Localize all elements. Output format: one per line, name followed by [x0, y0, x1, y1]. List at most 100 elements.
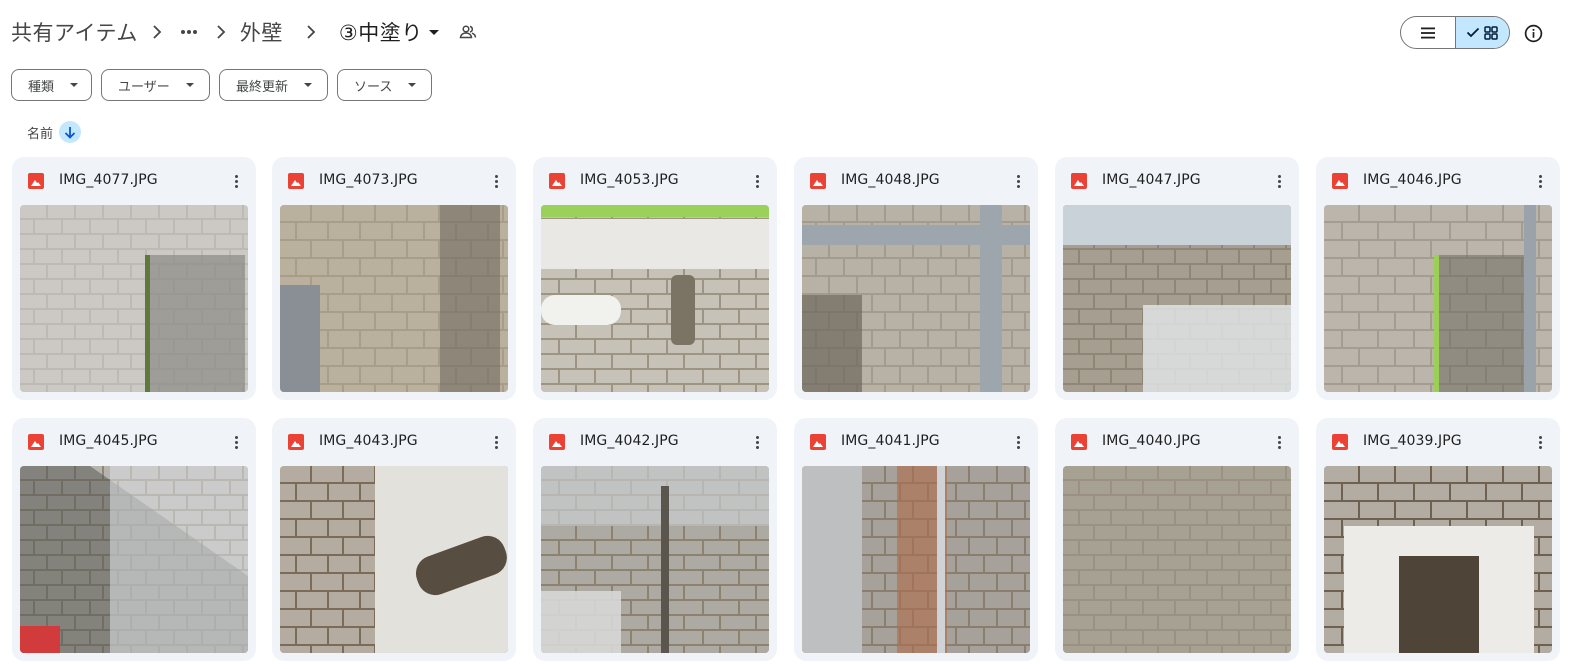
- image-file-icon: [810, 173, 826, 189]
- file-card-header: IMG_4039.JPG: [1316, 418, 1560, 466]
- file-card[interactable]: IMG_4039.JPG: [1316, 418, 1560, 661]
- file-thumbnail[interactable]: [541, 466, 769, 653]
- file-card[interactable]: IMG_4042.JPG: [533, 418, 777, 661]
- breadcrumb: 共有アイテム 外壁 ③中塗り: [11, 14, 477, 50]
- more-actions-button[interactable]: [749, 171, 765, 191]
- file-card[interactable]: IMG_4047.JPG: [1055, 157, 1299, 400]
- caret-down-icon: [70, 83, 79, 87]
- more-actions-button[interactable]: [1532, 171, 1548, 191]
- more-actions-button[interactable]: [1271, 432, 1287, 452]
- arrow-down-icon: [64, 126, 76, 139]
- filter-modified-chip[interactable]: 最終更新: [219, 69, 328, 101]
- image-file-icon: [288, 434, 304, 450]
- more-vert-icon: [1277, 435, 1281, 439]
- file-thumbnail[interactable]: [1063, 466, 1291, 653]
- file-card-header: IMG_4077.JPG: [12, 157, 256, 205]
- photo-thumbnail: [1324, 466, 1552, 653]
- more-vert-icon: [1277, 174, 1281, 178]
- more-vert-icon: [755, 435, 759, 439]
- more-horiz-icon: [180, 30, 197, 34]
- file-name: IMG_4043.JPG: [319, 433, 418, 449]
- file-thumbnail[interactable]: [1063, 205, 1291, 392]
- more-vert-icon: [1016, 435, 1020, 439]
- file-card[interactable]: IMG_4073.JPG: [272, 157, 516, 400]
- breadcrumb-root[interactable]: 共有アイテム: [11, 17, 138, 47]
- file-card-header: IMG_4047.JPG: [1055, 157, 1299, 205]
- filter-type-chip[interactable]: 種類: [11, 69, 92, 101]
- photo-thumbnail: [802, 205, 1030, 392]
- grid-view-button[interactable]: [1454, 17, 1509, 48]
- file-thumbnail[interactable]: [20, 205, 248, 392]
- photo-thumbnail: [541, 466, 769, 653]
- file-thumbnail[interactable]: [802, 466, 1030, 653]
- file-name: IMG_4046.JPG: [1363, 172, 1462, 188]
- breadcrumb-current-folder[interactable]: ③中塗り: [339, 17, 439, 47]
- more-actions-button[interactable]: [228, 171, 244, 191]
- chevron-right-icon: [202, 25, 240, 39]
- caret-down-icon: [185, 83, 194, 87]
- more-actions-button[interactable]: [488, 432, 504, 452]
- file-name: IMG_4039.JPG: [1363, 433, 1462, 449]
- more-vert-icon: [494, 174, 498, 178]
- photo-thumbnail: [802, 466, 1030, 653]
- file-card-header: IMG_4073.JPG: [272, 157, 516, 205]
- file-card[interactable]: IMG_4053.JPG: [533, 157, 777, 400]
- filter-source-chip[interactable]: ソース: [337, 69, 432, 101]
- breadcrumb-folder[interactable]: 外壁: [240, 17, 283, 47]
- file-thumbnail[interactable]: [280, 205, 508, 392]
- caret-down-icon: [428, 29, 439, 35]
- caret-down-icon: [304, 83, 313, 87]
- more-vert-icon: [755, 174, 759, 178]
- image-file-icon: [1071, 434, 1087, 450]
- header: 共有アイテム 外壁 ③中塗り: [0, 0, 1578, 64]
- file-card[interactable]: IMG_4048.JPG: [794, 157, 1038, 400]
- file-card[interactable]: IMG_4041.JPG: [794, 418, 1038, 661]
- file-card[interactable]: IMG_4043.JPG: [272, 418, 516, 661]
- view-toggle: [1400, 16, 1510, 49]
- file-name: IMG_4073.JPG: [319, 172, 418, 188]
- photo-thumbnail: [20, 205, 248, 392]
- more-actions-button[interactable]: [228, 432, 244, 452]
- breadcrumb-more-button[interactable]: [176, 29, 202, 35]
- file-thumbnail[interactable]: [20, 466, 248, 653]
- file-thumbnail[interactable]: [541, 205, 769, 392]
- more-actions-button[interactable]: [1010, 432, 1026, 452]
- people-icon: [459, 25, 477, 39]
- file-card[interactable]: IMG_4045.JPG: [12, 418, 256, 661]
- file-card-header: IMG_4041.JPG: [794, 418, 1038, 466]
- image-file-icon: [549, 173, 565, 189]
- file-thumbnail[interactable]: [280, 466, 508, 653]
- more-actions-button[interactable]: [1532, 432, 1548, 452]
- file-thumbnail[interactable]: [802, 205, 1030, 392]
- chevron-right-icon: [283, 25, 339, 39]
- file-thumbnail[interactable]: [1324, 205, 1552, 392]
- filter-chip-label: 種類: [28, 79, 55, 95]
- photo-thumbnail: [1063, 205, 1291, 392]
- file-card-header: IMG_4053.JPG: [533, 157, 777, 205]
- more-actions-button[interactable]: [749, 432, 765, 452]
- list-view-button[interactable]: [1401, 17, 1455, 48]
- details-button[interactable]: [1520, 20, 1546, 46]
- file-card-header: IMG_4048.JPG: [794, 157, 1038, 205]
- file-name: IMG_4048.JPG: [841, 172, 940, 188]
- file-card[interactable]: IMG_4040.JPG: [1055, 418, 1299, 661]
- more-actions-button[interactable]: [488, 171, 504, 191]
- more-vert-icon: [1538, 435, 1542, 439]
- caret-down-icon: [408, 83, 417, 87]
- image-file-icon: [1332, 173, 1348, 189]
- photo-thumbnail: [280, 466, 508, 653]
- more-actions-button[interactable]: [1271, 171, 1287, 191]
- filter-people-chip[interactable]: ユーザー: [101, 69, 210, 101]
- more-vert-icon: [494, 435, 498, 439]
- file-name: IMG_4047.JPG: [1102, 172, 1201, 188]
- sort-direction-button[interactable]: [59, 121, 82, 143]
- more-actions-button[interactable]: [1010, 171, 1026, 191]
- file-card-header: IMG_4046.JPG: [1316, 157, 1560, 205]
- more-vert-icon: [234, 435, 238, 439]
- sort-by-name-button[interactable]: 名前: [27, 123, 53, 142]
- file-card[interactable]: IMG_4077.JPG: [12, 157, 256, 400]
- file-card[interactable]: IMG_4046.JPG: [1316, 157, 1560, 400]
- photo-thumbnail: [20, 466, 248, 653]
- file-thumbnail[interactable]: [1324, 466, 1552, 653]
- file-card-header: IMG_4045.JPG: [12, 418, 256, 466]
